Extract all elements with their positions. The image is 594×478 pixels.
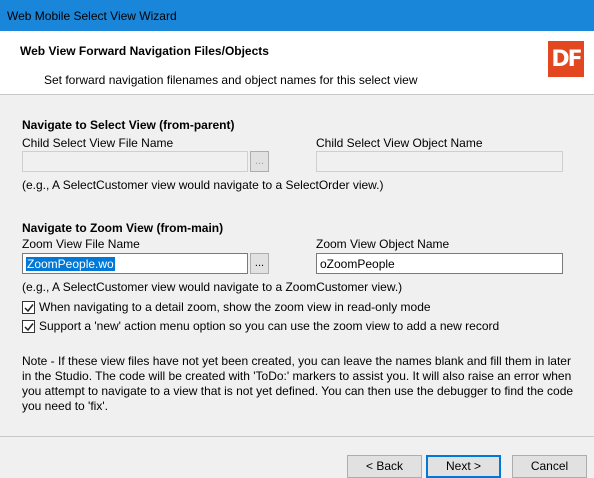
zoom-file-label: Zoom View File Name bbox=[22, 237, 140, 251]
next-button[interactable]: Next > bbox=[426, 455, 501, 478]
cancel-button[interactable]: Cancel bbox=[512, 455, 587, 478]
dataflex-logo-icon: DF bbox=[548, 41, 584, 77]
footer-divider bbox=[0, 436, 594, 437]
zoom-file-input[interactable]: ZoomPeople.wo bbox=[22, 253, 248, 274]
back-button[interactable]: < Back bbox=[347, 455, 422, 478]
window-title: Web Mobile Select View Wizard bbox=[7, 9, 177, 23]
new-action-option-label[interactable]: Support a 'new' action menu option so yo… bbox=[39, 319, 499, 333]
read-only-checkbox[interactable] bbox=[22, 301, 35, 314]
read-only-option-label[interactable]: When navigating to a detail zoom, show t… bbox=[39, 300, 431, 314]
select-hint: (e.g., A SelectCustomer view would navig… bbox=[22, 178, 384, 192]
child-select-object-input[interactable] bbox=[316, 151, 563, 172]
note-text: Note - If these view files have not yet … bbox=[22, 354, 574, 413]
zoom-object-label: Zoom View Object Name bbox=[316, 237, 450, 251]
checkmark-icon bbox=[24, 323, 34, 332]
zoom-section-heading: Navigate to Zoom View (from-main) bbox=[22, 221, 224, 235]
child-select-browse-button[interactable]: ... bbox=[250, 151, 269, 172]
checkmark-icon bbox=[24, 304, 34, 313]
header-title: Web View Forward Navigation Files/Object… bbox=[20, 44, 269, 58]
new-action-checkbox[interactable] bbox=[22, 320, 35, 333]
zoom-file-value: ZoomPeople.wo bbox=[26, 257, 115, 271]
window-titlebar: Web Mobile Select View Wizard bbox=[0, 0, 594, 31]
zoom-browse-button[interactable]: ... bbox=[250, 253, 269, 274]
child-select-object-label: Child Select View Object Name bbox=[316, 136, 483, 150]
child-select-file-input[interactable] bbox=[22, 151, 248, 172]
zoom-object-input[interactable]: oZoomPeople bbox=[316, 253, 563, 274]
child-select-file-label: Child Select View File Name bbox=[22, 136, 174, 150]
zoom-hint: (e.g., A SelectCustomer view would navig… bbox=[22, 280, 403, 294]
select-section-heading: Navigate to Select View (from-parent) bbox=[22, 118, 235, 132]
wizard-header: Web View Forward Navigation Files/Object… bbox=[0, 31, 594, 95]
header-subtitle: Set forward navigation filenames and obj… bbox=[44, 73, 418, 87]
